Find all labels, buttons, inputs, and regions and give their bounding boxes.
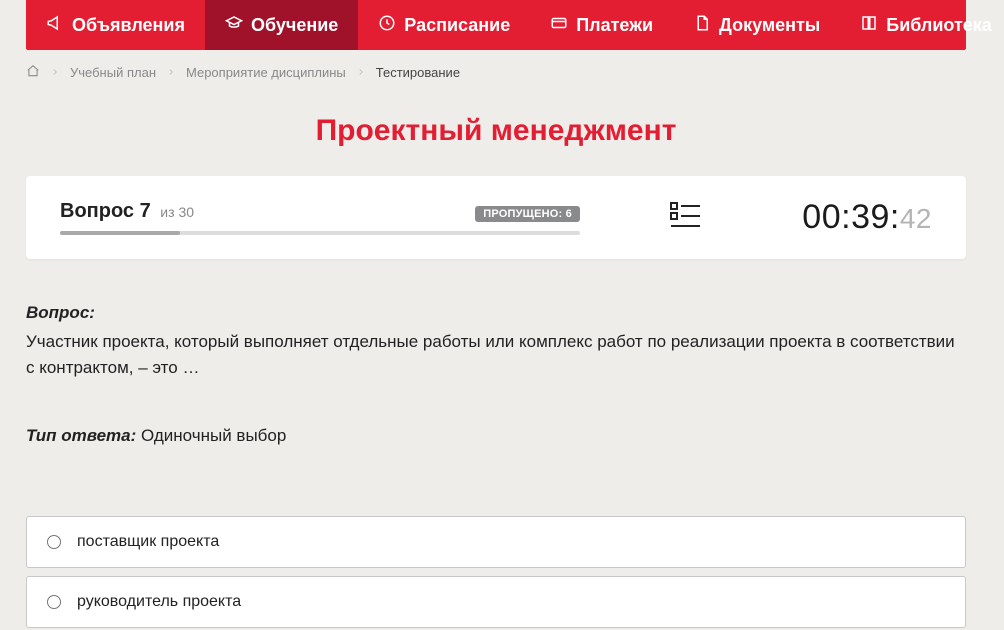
timer: 00:39:42 (802, 198, 932, 237)
nav-education[interactable]: Обучение (205, 0, 358, 50)
top-nav: Объявления Обучение Расписание Платежи Д… (26, 0, 966, 50)
option-radio[interactable] (47, 535, 61, 549)
home-icon[interactable] (26, 64, 40, 81)
progress-bar (60, 231, 580, 235)
card-icon (550, 14, 568, 37)
options-list: поставщик проекта руководитель проекта (26, 516, 966, 630)
nav-label: Библиотека (886, 15, 992, 36)
nav-label: Платежи (576, 15, 653, 36)
nav-documents[interactable]: Документы (673, 0, 840, 50)
question-list-button[interactable] (670, 201, 700, 234)
option-item[interactable]: поставщик проекта (26, 516, 966, 568)
doc-icon (693, 14, 711, 37)
breadcrumb-current: Тестирование (376, 65, 460, 80)
breadcrumb-link-event[interactable]: Мероприятие дисциплины (186, 65, 346, 80)
clock-icon (378, 14, 396, 37)
chevron-right-icon (356, 65, 366, 80)
page-title: Проектный менеджмент (26, 114, 966, 148)
question-heading: Вопрос: (26, 303, 966, 323)
nav-payments[interactable]: Платежи (530, 0, 673, 50)
option-radio[interactable] (47, 595, 61, 609)
status-card: Вопрос 7 из 30 ПРОПУЩЕНО: 6 (26, 176, 966, 259)
book-icon (860, 14, 878, 37)
question-progress: Вопрос 7 из 30 ПРОПУЩЕНО: 6 (60, 200, 580, 235)
question-text: Участник проекта, который выполняет отде… (26, 329, 966, 382)
breadcrumb: Учебный план Мероприятие дисциплины Тест… (26, 50, 966, 94)
question-label: Вопрос 7 (60, 200, 156, 222)
question-block: Вопрос: Участник проекта, который выполн… (26, 303, 966, 382)
nav-announcements[interactable]: Объявления (26, 0, 205, 50)
mortarboard-icon (225, 14, 243, 37)
breadcrumb-link-plan[interactable]: Учебный план (70, 65, 156, 80)
skipped-badge: ПРОПУЩЕНО: 6 (475, 206, 580, 222)
nav-label: Обучение (251, 15, 338, 36)
nav-library[interactable]: Библиотека (840, 0, 1004, 50)
chevron-right-icon (166, 65, 176, 80)
nav-label: Расписание (404, 15, 510, 36)
nav-label: Объявления (72, 15, 185, 36)
option-item[interactable]: руководитель проекта (26, 576, 966, 628)
option-label: поставщик проекта (77, 533, 219, 551)
option-label: руководитель проекта (77, 593, 241, 611)
answer-type: Тип ответа: Одиночный выбор (26, 426, 966, 446)
nav-label: Документы (719, 15, 820, 36)
question-total: из 30 (160, 204, 194, 220)
nav-schedule[interactable]: Расписание (358, 0, 530, 50)
chevron-right-icon (50, 65, 60, 80)
megaphone-icon (46, 14, 64, 37)
